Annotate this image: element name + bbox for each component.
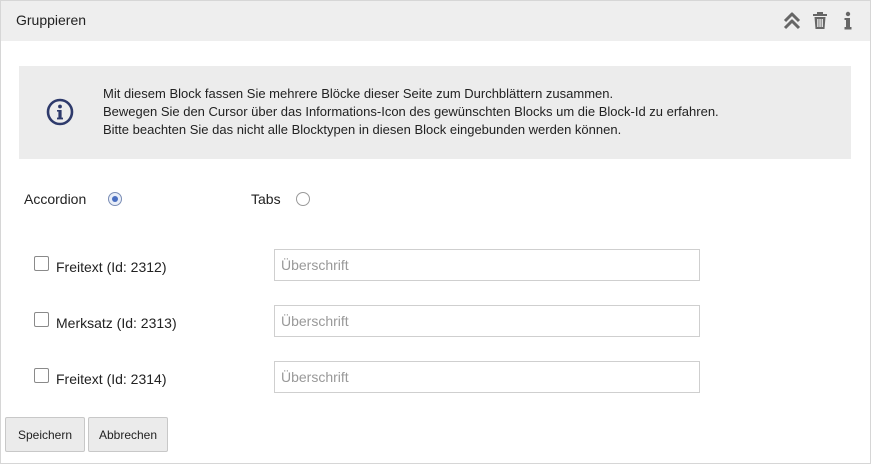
heading-input[interactable] <box>274 305 700 337</box>
save-button[interactable]: Speichern <box>5 417 85 452</box>
block-label: Merksatz (Id: 2313) <box>56 315 177 331</box>
cancel-button[interactable]: Abbrechen <box>88 417 168 452</box>
panel-header: Gruppieren <box>1 1 870 41</box>
info-box: Mit diesem Block fassen Sie mehrere Blöc… <box>19 66 851 159</box>
info-line: Bitte beachten Sie das nicht alle Blockt… <box>103 122 622 137</box>
block-label: Freitext (Id: 2314) <box>56 371 167 387</box>
block-checkbox[interactable] <box>34 256 49 271</box>
block-checkbox[interactable] <box>34 368 49 383</box>
accordion-label: Accordion <box>24 191 87 207</box>
panel-title: Gruppieren <box>16 12 87 28</box>
group-block-panel: Gruppieren Mit diesem Block fassen Sie m… <box>0 0 871 464</box>
trash-icon[interactable] <box>810 11 830 31</box>
info-line: Mit diesem Block fassen Sie mehrere Blöc… <box>103 86 614 101</box>
tabs-label: Tabs <box>251 191 281 207</box>
info-circle-icon <box>46 98 74 126</box>
heading-input[interactable] <box>274 361 700 393</box>
info-text: Mit diesem Block fassen Sie mehrere Blöc… <box>103 85 719 139</box>
info-line: Bewegen Sie den Cursor über das Informat… <box>103 104 719 119</box>
block-label: Freitext (Id: 2312) <box>56 259 167 275</box>
collapse-up-icon[interactable] <box>782 11 802 31</box>
accordion-radio[interactable] <box>108 192 122 206</box>
block-checkbox[interactable] <box>34 312 49 327</box>
info-icon[interactable] <box>838 11 858 31</box>
heading-input[interactable] <box>274 249 700 281</box>
tabs-radio[interactable] <box>296 192 310 206</box>
